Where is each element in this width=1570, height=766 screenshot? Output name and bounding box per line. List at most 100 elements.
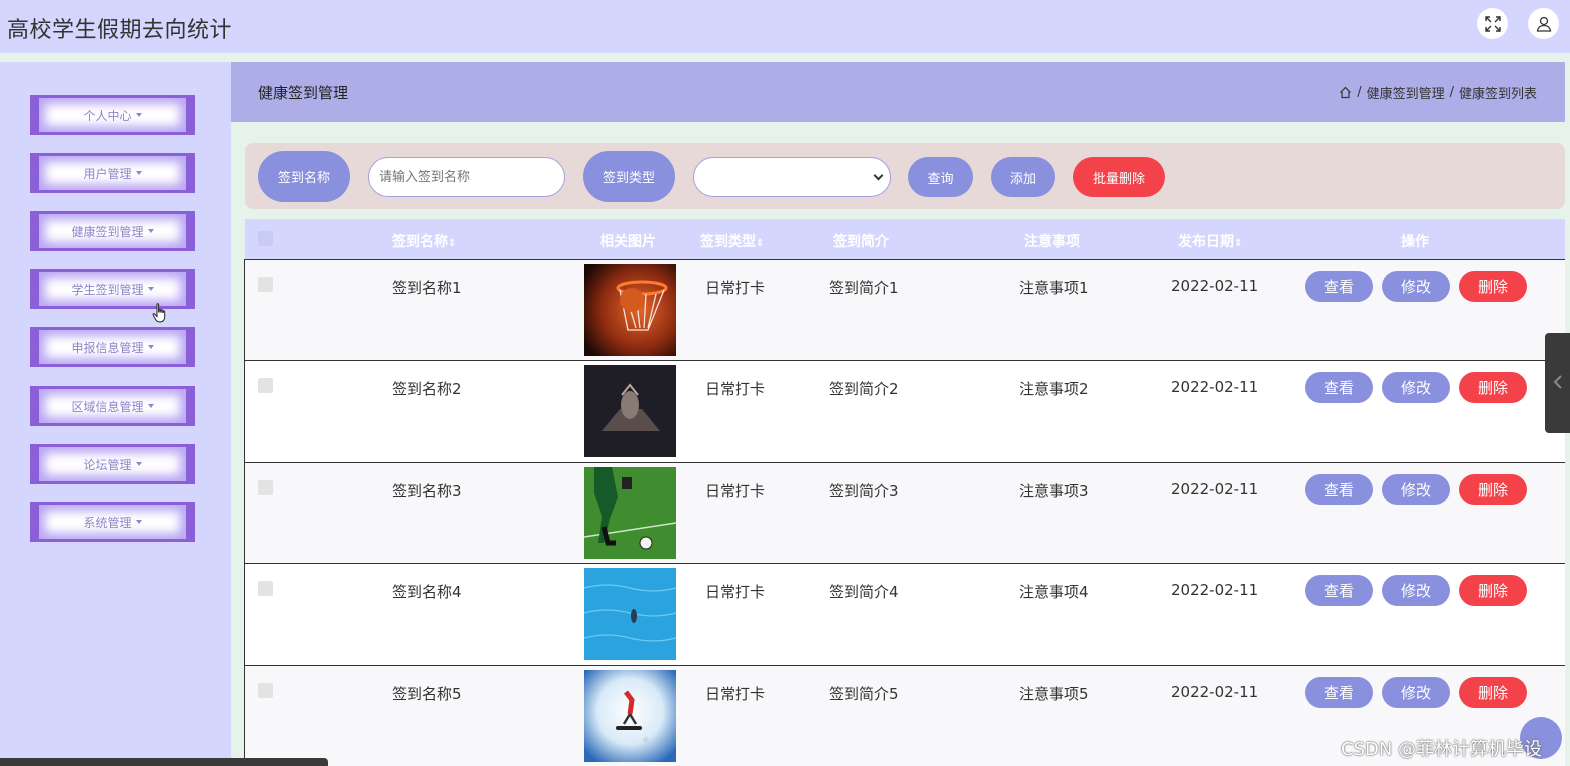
cell-type: 日常打卡 [705, 482, 766, 500]
chevron-left-icon [1553, 375, 1562, 389]
cell-name: 签到名称2 [392, 380, 462, 398]
browser-status-bar [0, 758, 328, 766]
view-button[interactable]: 查看 [1305, 677, 1373, 708]
column-header-image: 相关图片 [600, 234, 656, 250]
batch-delete-button[interactable]: 批量删除 [1073, 157, 1165, 197]
add-button[interactable]: 添加 [991, 157, 1055, 197]
sidebar-item-label: 个人中心 [83, 108, 132, 123]
caret-down-icon [147, 404, 154, 408]
caret-down-icon [135, 462, 142, 466]
row-checkbox[interactable] [258, 277, 273, 292]
home-icon[interactable] [1339, 86, 1352, 99]
view-button[interactable]: 查看 [1305, 372, 1373, 403]
table-header: 签到名称⇕ 相关图片 签到类型⇕ 签到简介 注意事项 发布日期⇕ 操作 [245, 219, 1565, 259]
sidebar-item-student-checkin[interactable]: 学生签到管理 [30, 269, 195, 309]
table-row: 签到名称2 日常打卡 签到简介2 注意事项2 2022-02-11 查看 修改 … [244, 360, 1565, 462]
sidebar-item-forum[interactable]: 论坛管理 [30, 444, 195, 484]
sidebar-item-label: 区域信息管理 [71, 399, 144, 414]
soccer-player-image [584, 467, 676, 559]
sidebar-item-system[interactable]: 系统管理 [30, 502, 195, 542]
cell-notes: 注意事项3 [1019, 482, 1089, 500]
row-checkbox[interactable] [258, 581, 273, 596]
column-header-name[interactable]: 签到名称⇕ [392, 231, 456, 251]
caret-down-icon [147, 345, 154, 349]
sidebar-item-label: 学生签到管理 [71, 282, 144, 297]
row-checkbox[interactable] [258, 378, 273, 393]
fullscreen-icon [1484, 15, 1501, 32]
chevron-down-icon [873, 170, 884, 181]
app-title: 高校学生假期去向统计 [7, 18, 233, 43]
column-header-date[interactable]: 发布日期⇕ [1178, 231, 1242, 251]
breadcrumb-separator: / [1357, 85, 1362, 100]
cell-name: 签到名称5 [392, 685, 462, 703]
caret-down-icon [147, 229, 154, 233]
select-all-checkbox[interactable] [258, 231, 273, 246]
cell-intro: 签到简介1 [829, 279, 899, 297]
sidebar-item-health-checkin[interactable]: 健康签到管理 [30, 211, 195, 251]
cell-type: 日常打卡 [705, 583, 766, 601]
query-button[interactable]: 查询 [908, 157, 973, 197]
cell-notes: 注意事项1 [1019, 279, 1089, 297]
side-panel-handle[interactable] [1545, 333, 1570, 433]
cell-notes: 注意事项4 [1019, 583, 1089, 601]
sidebar-item-personal-center[interactable]: 个人中心 [30, 95, 195, 135]
edit-button[interactable]: 修改 [1382, 677, 1450, 708]
table-row: 签到名称3 日常打卡 签到简介3 注意事项3 2022-02-11 查看 修改 … [244, 462, 1565, 564]
row-checkbox[interactable] [258, 683, 273, 698]
delete-button[interactable]: 删除 [1459, 474, 1527, 505]
fullscreen-button[interactable] [1477, 8, 1508, 39]
cell-date: 2022-02-11 [1171, 581, 1259, 599]
delete-button[interactable]: 删除 [1459, 575, 1527, 606]
sort-icon: ⇕ [756, 238, 765, 249]
cell-name: 签到名称1 [392, 279, 462, 297]
row-checkbox[interactable] [258, 480, 273, 495]
cell-intro: 签到简介5 [829, 685, 899, 703]
cell-name: 签到名称4 [392, 583, 462, 601]
caret-down-icon [135, 520, 142, 524]
breadcrumb-level1[interactable]: 健康签到管理 [1367, 83, 1445, 102]
sort-icon: ⇕ [1234, 238, 1243, 249]
filter-bar: 签到名称 签到类型 查询 添加 批量删除 [245, 143, 1565, 209]
delete-button[interactable]: 删除 [1459, 677, 1527, 708]
cell-notes: 注意事项5 [1019, 685, 1089, 703]
column-header-type[interactable]: 签到类型⇕ [700, 231, 764, 251]
user-icon [1536, 16, 1551, 32]
swimming-pool-image [584, 568, 676, 660]
cell-intro: 签到简介3 [829, 482, 899, 500]
caret-down-icon [135, 171, 142, 175]
basketball-hoop-image [584, 264, 676, 356]
sort-icon: ⇕ [448, 238, 457, 249]
breadcrumb: / 健康签到管理 / 健康签到列表 [1339, 83, 1537, 102]
edit-button[interactable]: 修改 [1382, 271, 1450, 302]
cell-date: 2022-02-11 [1171, 480, 1259, 498]
edit-button[interactable]: 修改 [1382, 474, 1450, 505]
edit-button[interactable]: 修改 [1382, 372, 1450, 403]
column-header-notes: 注意事项 [1024, 234, 1080, 250]
user-button[interactable] [1528, 8, 1559, 39]
name-filter-label: 签到名称 [258, 151, 350, 202]
view-button[interactable]: 查看 [1305, 575, 1373, 606]
view-button[interactable]: 查看 [1305, 271, 1373, 302]
sidebar-item-user-management[interactable]: 用户管理 [30, 153, 195, 193]
sidebar: 个人中心 用户管理 健康签到管理 学生签到管理 申报信息管理 区域信息管理 论坛… [0, 62, 231, 766]
hand-cursor-icon [152, 303, 166, 323]
cell-name: 签到名称3 [392, 482, 462, 500]
cell-date: 2022-02-11 [1171, 277, 1259, 295]
page-header: 健康签到管理 / 健康签到管理 / 健康签到列表 [231, 62, 1565, 122]
sidebar-item-region-info[interactable]: 区域信息管理 [30, 386, 195, 426]
sidebar-item-label: 论坛管理 [83, 457, 132, 472]
type-select[interactable] [693, 157, 891, 197]
cell-notes: 注意事项2 [1019, 380, 1089, 398]
table-row: 签到名称1 日常打卡 签到简介1 注意事项1 2022-02-11 查看 修改 … [244, 259, 1565, 361]
sidebar-item-label: 申报信息管理 [71, 340, 144, 355]
sidebar-item-declaration-info[interactable]: 申报信息管理 [30, 327, 195, 367]
cell-type: 日常打卡 [705, 685, 766, 703]
cell-type: 日常打卡 [705, 279, 766, 297]
view-button[interactable]: 查看 [1305, 474, 1373, 505]
caret-down-icon [135, 113, 142, 117]
name-search-input[interactable] [368, 157, 565, 197]
delete-button[interactable]: 删除 [1459, 271, 1527, 302]
delete-button[interactable]: 删除 [1459, 372, 1527, 403]
edit-button[interactable]: 修改 [1382, 575, 1450, 606]
type-filter-label: 签到类型 [583, 151, 675, 202]
